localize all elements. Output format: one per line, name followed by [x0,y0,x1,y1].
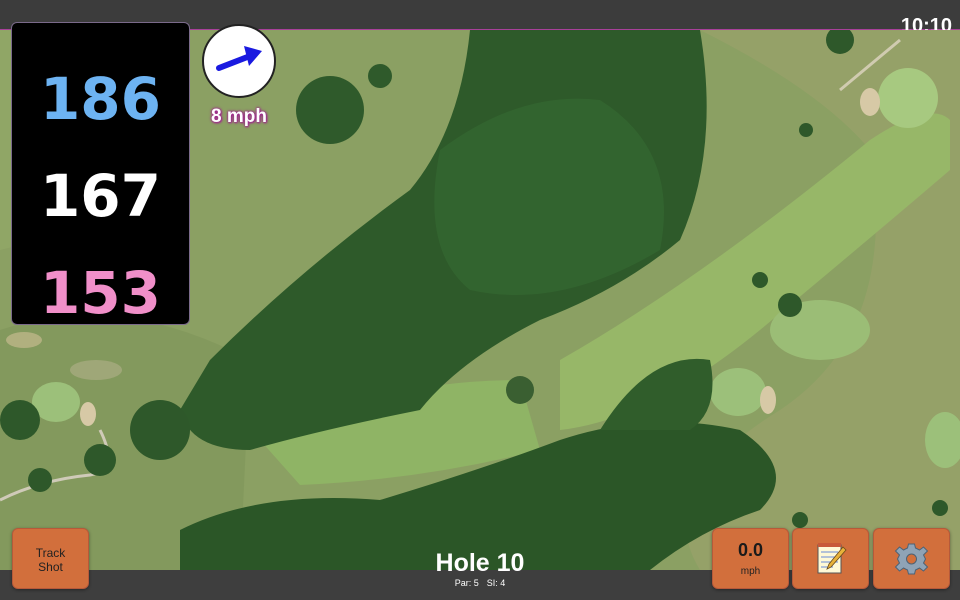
wind-arrow-icon [216,46,262,71]
distance-panel: 186 167 153 [11,22,190,327]
back-of-green-distance: 186 [39,65,162,133]
track-shot-label-line1: Track [35,546,66,560]
hole-title: Hole 10 [435,549,525,577]
speed-value: 0.0 [737,540,764,560]
wind-speed-label: 8 mph [211,106,267,127]
track-shot-label-line2: Shot [38,560,63,574]
middle-of-green-distance: 167 [39,162,162,230]
track-shot-button[interactable]: Track Shot [12,528,89,589]
hole-stroke-index: SI: 4 [486,578,506,588]
hole-info: Par: 5 SI: 4 [380,578,580,588]
notepad-icon [817,543,847,574]
notes-button[interactable] [792,528,869,589]
speed-button[interactable]: 0.0 mph [712,528,789,589]
front-of-green-distance: 153 [39,259,162,327]
settings-button[interactable] [873,528,950,589]
gear-icon [894,543,929,575]
speed-unit: mph [740,566,761,577]
wind-indicator [202,24,276,98]
hole-par: Par: 5 [454,578,479,588]
